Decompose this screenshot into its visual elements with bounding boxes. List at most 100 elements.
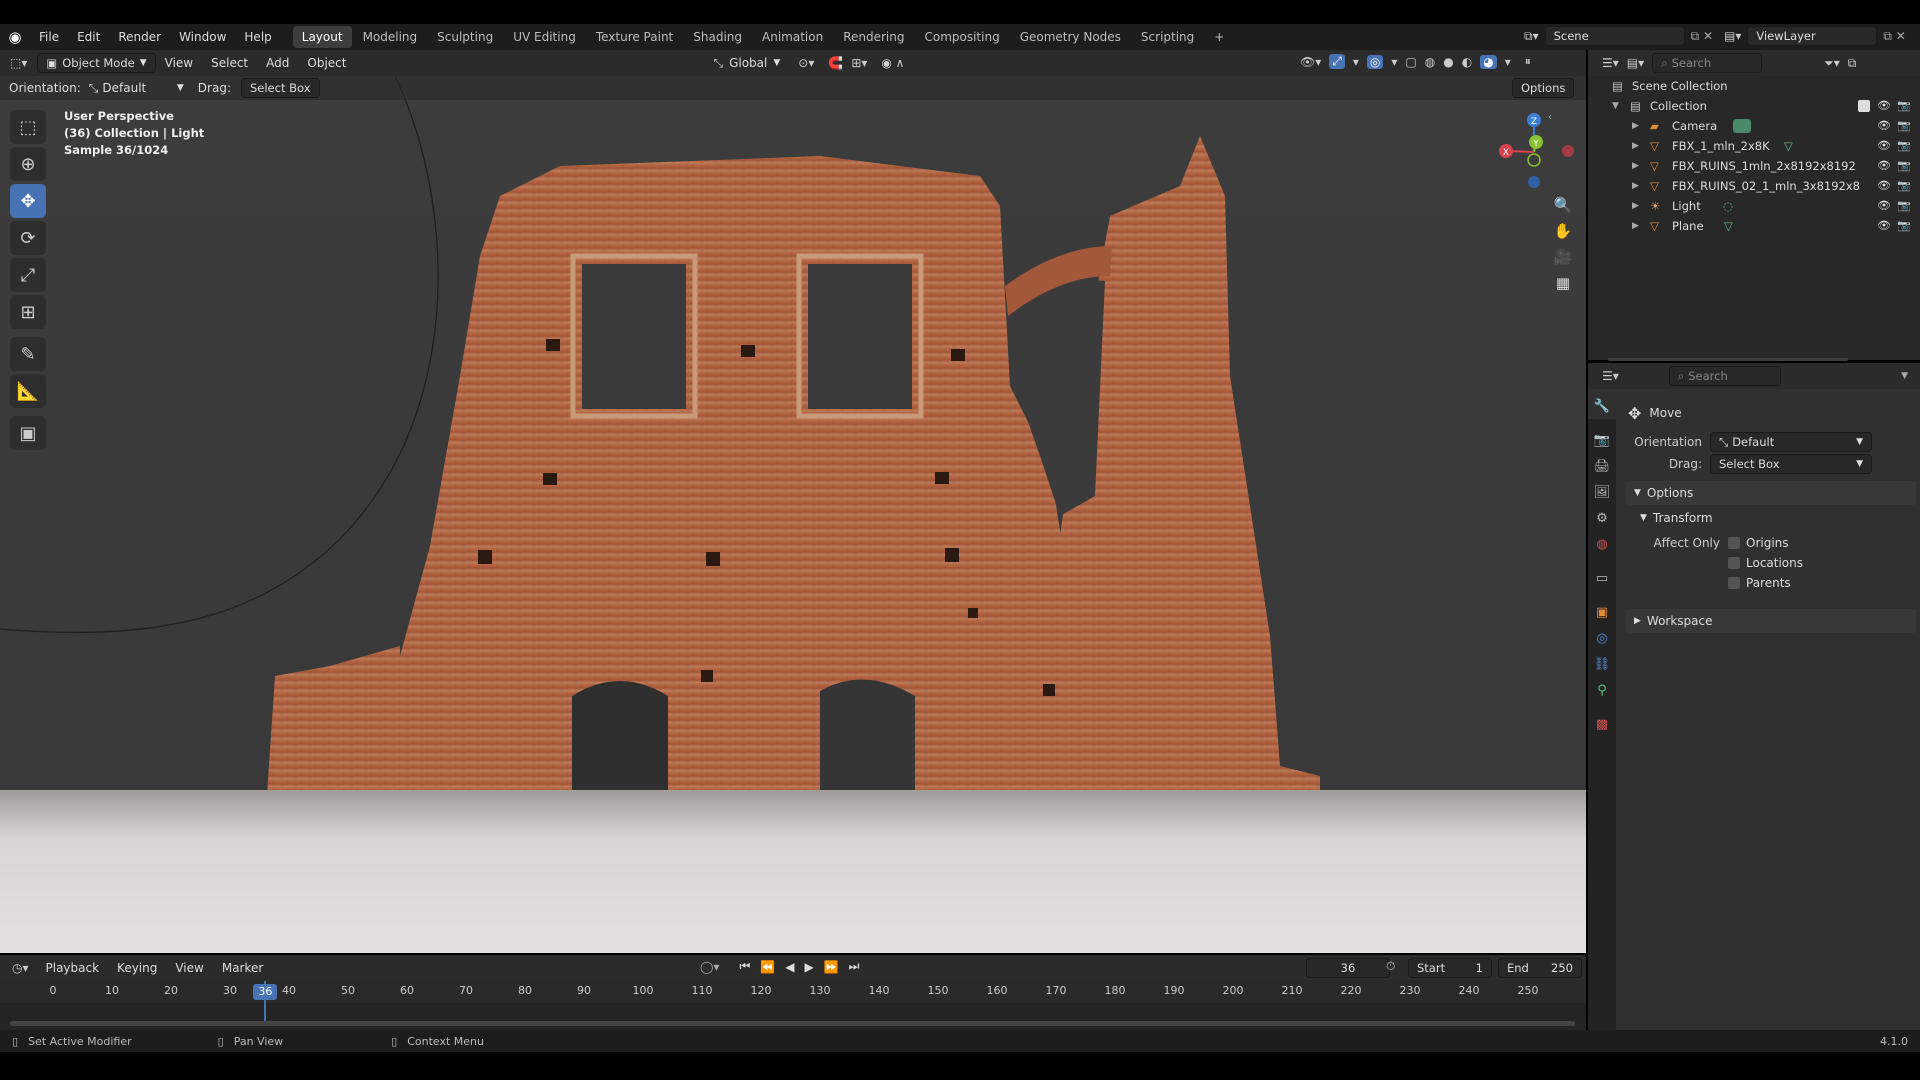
scene-selector[interactable]: ⧉▾ Scene ⧉ ✕ xyxy=(1524,26,1713,46)
jump-end-icon[interactable]: ⏭ xyxy=(849,959,860,974)
tool-drag-dropdown[interactable]: Select Box xyxy=(240,78,320,98)
properties-editor-icon[interactable]: ☰▾ xyxy=(1602,369,1619,383)
visibility-eye-icon[interactable]: 👁 xyxy=(1877,156,1891,176)
scene-tab-icon[interactable]: ⚙ xyxy=(1588,505,1616,531)
tab-rendering[interactable]: Rendering xyxy=(834,26,913,48)
collection-checkbox[interactable] xyxy=(1858,100,1870,112)
shading-dropdown-icon[interactable]: ▾ xyxy=(1505,55,1511,69)
tab-uv-editing[interactable]: UV Editing xyxy=(504,26,585,48)
menu-render[interactable]: Render xyxy=(109,24,170,50)
workspace-panel-header[interactable]: ▶ Workspace xyxy=(1626,609,1916,633)
new-scene-icon[interactable]: ⧉ ✕ xyxy=(1691,29,1713,44)
measure-tool-icon[interactable]: 📐 xyxy=(10,374,46,408)
frame-ruler[interactable]: 0 10 20 30 40 50 60 70 80 90 100 110 120 130 140 150 160… xyxy=(0,981,1586,1003)
tree-scene-collection[interactable]: ▤ Scene Collection xyxy=(1588,76,1920,96)
editor-type-icon[interactable]: ⬚▾ xyxy=(10,56,27,70)
timeline-menu-marker[interactable]: Marker xyxy=(213,955,272,981)
expand-chevron-icon[interactable]: ▶ xyxy=(1632,196,1639,216)
properties-search[interactable]: ⌕ Search xyxy=(1668,366,1781,386)
visibility-eye-icon[interactable]: 👁 xyxy=(1877,196,1891,216)
visibility-eye-icon[interactable]: 👁 xyxy=(1877,136,1891,156)
render-camera-icon[interactable]: 📷 xyxy=(1897,96,1911,116)
display-mode-icon[interactable]: ▤▾ xyxy=(1627,56,1644,70)
overlays-dropdown-icon[interactable]: ▾ xyxy=(1391,55,1397,69)
menu-window[interactable]: Window xyxy=(170,24,235,50)
menu-help[interactable]: Help xyxy=(235,24,280,50)
chevron-down-icon[interactable]: ▼ xyxy=(1901,371,1908,381)
parents-checkbox[interactable] xyxy=(1728,577,1740,589)
render-tab-icon[interactable]: 📷 xyxy=(1588,427,1616,453)
zoom-icon[interactable]: 🔍 xyxy=(1550,192,1576,218)
view-layer-tab-icon[interactable]: 🖼 xyxy=(1588,479,1616,505)
outliner-item-camera[interactable]: ▶ ▰ Camera 👁 📷 xyxy=(1588,116,1920,136)
origins-checkbox[interactable] xyxy=(1728,537,1740,549)
tab-geometry-nodes[interactable]: Geometry Nodes xyxy=(1011,26,1130,48)
pause-render-icon[interactable]: ⏸ xyxy=(1525,54,1531,69)
timeline-scrollbar[interactable] xyxy=(10,1021,1575,1026)
outliner-item-plane[interactable]: ▶ ▽ Plane ▽ 👁 📷 xyxy=(1588,216,1920,236)
vp-menu-add[interactable]: Add xyxy=(257,50,298,76)
navigation-gizmo[interactable]: Z Y X xyxy=(1490,108,1580,193)
next-keyframe-icon[interactable]: ⏩ xyxy=(824,960,839,974)
texture-tab-icon[interactable]: ▩ xyxy=(1588,711,1616,737)
vp-menu-view[interactable]: View xyxy=(156,50,202,76)
timeline-menu-playback[interactable]: Playback xyxy=(37,955,109,981)
pivot-icon[interactable]: ⊙▾ xyxy=(798,56,814,70)
tool-orientation-dropdown[interactable]: ⤡ Default ▼ xyxy=(89,81,184,96)
menu-edit[interactable]: Edit xyxy=(68,24,109,50)
tab-scripting[interactable]: Scripting xyxy=(1132,26,1203,48)
keyframe-track[interactable] xyxy=(0,1003,1586,1023)
play-reverse-icon[interactable]: ◀ xyxy=(785,960,794,974)
rotate-tool-icon[interactable]: ⟳ xyxy=(10,221,46,255)
pan-hand-icon[interactable]: ✋ xyxy=(1550,218,1576,244)
new-collection-icon[interactable]: ⧉ xyxy=(1848,56,1857,71)
outliner-item-fbx-ruins-02[interactable]: ▶ ▽ FBX_RUINS_02_1_mln_3x8192x8 👁 📷 xyxy=(1588,176,1920,196)
scale-tool-icon[interactable]: ⤢ xyxy=(10,258,46,292)
tab-modeling[interactable]: Modeling xyxy=(354,26,427,48)
tab-animation[interactable]: Animation xyxy=(753,26,832,48)
camera-view-icon[interactable]: 🎥 xyxy=(1550,244,1576,270)
tab-layout[interactable]: Layout xyxy=(292,26,352,48)
collapse-sidebar-icon[interactable]: ‹ xyxy=(1548,112,1552,123)
transform-orientation-dropdown[interactable]: ⤡ Global ▼ xyxy=(713,56,780,71)
render-camera-icon[interactable]: 📷 xyxy=(1897,156,1911,176)
orientation-dropdown[interactable]: ⤡ Default ▼ xyxy=(1710,432,1872,452)
tab-shading[interactable]: Shading xyxy=(684,26,751,48)
cursor-tool-icon[interactable]: ⊕ xyxy=(10,147,46,181)
perspective-toggle-icon[interactable]: ▦ xyxy=(1550,270,1576,296)
mode-selector[interactable]: ▣ Object Mode ▼ xyxy=(37,53,156,73)
visibility-icon[interactable]: 👁▾ xyxy=(1300,55,1321,69)
menu-file[interactable]: File xyxy=(30,24,68,50)
shading-rendered-icon[interactable]: ◕ xyxy=(1480,54,1497,69)
transform-tool-icon[interactable]: ⊞ xyxy=(10,295,46,329)
tool-tab-icon[interactable]: 🔧 xyxy=(1588,393,1616,419)
vp-menu-object[interactable]: Object xyxy=(298,50,355,76)
filter-icon[interactable]: ⏷▾ xyxy=(1824,56,1840,71)
tab-texture-paint[interactable]: Texture Paint xyxy=(587,26,682,48)
timeline-menu-view[interactable]: View xyxy=(166,955,212,981)
snap-icon[interactable]: 🧲 xyxy=(828,56,843,70)
playhead-frame-label[interactable]: 36 xyxy=(253,984,278,1000)
physics-tab-icon[interactable]: ◎ xyxy=(1588,625,1616,651)
shading-material-icon[interactable]: ◐ xyxy=(1462,55,1472,69)
render-camera-icon[interactable]: 📷 xyxy=(1897,116,1911,136)
visibility-eye-icon[interactable]: 👁 xyxy=(1877,176,1891,196)
tree-collection[interactable]: ▼ ▤ Collection 👁 📷 xyxy=(1588,96,1920,116)
shading-solid-icon[interactable]: ● xyxy=(1443,55,1453,69)
clock-editor-icon[interactable]: ◷▾ xyxy=(12,961,29,975)
prev-keyframe-icon[interactable]: ⏪ xyxy=(760,960,775,974)
render-camera-icon[interactable]: 📷 xyxy=(1897,196,1911,216)
tool-options-button[interactable]: Options xyxy=(1512,78,1575,98)
options-panel-header[interactable]: ▼ Options xyxy=(1626,481,1916,505)
tab-sculpting[interactable]: Sculpting xyxy=(428,26,502,48)
outliner-search[interactable]: ⌕ Search xyxy=(1652,53,1763,73)
stopwatch-icon[interactable]: ⏱ xyxy=(1386,959,1395,974)
add-cube-tool-icon[interactable]: ▣ xyxy=(10,416,46,450)
scene-name-field[interactable]: Scene xyxy=(1544,26,1685,46)
world-tab-icon[interactable]: ◍ xyxy=(1588,531,1616,557)
output-tab-icon[interactable]: 🖨 xyxy=(1588,453,1616,479)
move-tool-icon[interactable]: ✥ xyxy=(10,184,46,218)
add-workspace-button[interactable]: + xyxy=(1205,26,1233,48)
object-tab-icon[interactable]: ▣ xyxy=(1588,599,1616,625)
render-camera-icon[interactable]: 📷 xyxy=(1897,216,1911,236)
